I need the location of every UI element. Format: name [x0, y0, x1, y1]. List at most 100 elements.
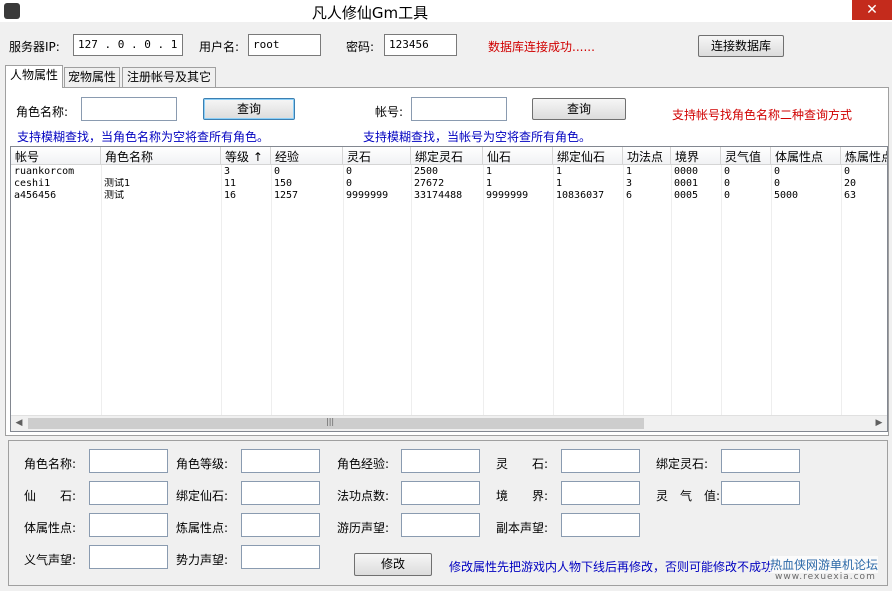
column-header-refine-points[interactable]: 炼属性点 — [841, 147, 887, 165]
account-query-button[interactable]: 查询 — [532, 98, 626, 120]
column-header-skill-points[interactable]: 功法点 — [623, 147, 671, 165]
edit-skill-points-input[interactable] — [401, 481, 480, 505]
cell-bound-immortal-stone: 10836037 — [556, 190, 605, 201]
edit-label-skill-points: 法功点数: — [337, 489, 390, 503]
fuzzy-account-tip: 支持模糊查找，当帐号为空将查所有角色。 — [363, 130, 592, 144]
tab-character[interactable]: 人物属性 — [5, 65, 63, 88]
password-input[interactable]: 123456 — [384, 34, 457, 56]
cell-refine-points: 63 — [844, 190, 857, 201]
cell-realm: 0005 — [674, 190, 699, 201]
role-query-button[interactable]: 查询 — [203, 98, 295, 120]
tab-register-other[interactable]: 注册帐号及其它 — [122, 67, 216, 87]
cell-skill-points: 1 — [626, 166, 633, 177]
cell-level: 11 — [224, 178, 237, 189]
edit-label-spirit-energy: 灵 气 值: — [656, 489, 721, 503]
column-header-spirit-energy[interactable]: 灵气值 — [721, 147, 771, 165]
scrollbar-thumb[interactable]: ||| — [28, 417, 644, 429]
close-button[interactable]: ✕ — [852, 0, 892, 20]
edit-label-spirit-stone: 灵 石: — [496, 457, 549, 471]
cell-refine-points: 20 — [844, 178, 857, 189]
role-name-search-input[interactable] — [81, 97, 177, 121]
table-row[interactable]: ruankorcom 3 0 0 2500 1 1 1 0000 0 0 0 — [11, 166, 887, 178]
edit-role-name-input[interactable] — [89, 449, 168, 473]
account-label: 帐号: — [375, 105, 404, 119]
column-divider — [221, 165, 222, 417]
cell-experience: 1257 — [274, 190, 299, 201]
username-input[interactable]: root — [248, 34, 321, 56]
column-header-immortal-stone[interactable]: 仙石 — [483, 147, 553, 165]
connect-database-button[interactable]: 连接数据库 — [698, 35, 784, 57]
search-methods-tip: 支持帐号找角色名称二种查询方式 — [672, 108, 853, 122]
cell-spirit-energy: 0 — [724, 178, 731, 189]
modify-button[interactable]: 修改 — [354, 553, 432, 576]
edit-refine-points-input[interactable] — [241, 513, 320, 537]
table-row[interactable]: a456456 测试 16 1257 9999999 33174488 9999… — [11, 190, 887, 202]
column-divider — [343, 165, 344, 417]
scroll-left-icon[interactable]: ◀ — [11, 416, 27, 431]
account-search-input[interactable] — [411, 97, 507, 121]
table-row[interactable]: ceshi1 测试1 11 150 0 27672 1 1 3 0001 0 0… — [11, 178, 887, 190]
cell-experience: 150 — [274, 178, 293, 189]
edit-bound-spirit-stone-input[interactable] — [721, 449, 800, 473]
edit-travel-reputation-input[interactable] — [401, 513, 480, 537]
edit-spirit-energy-input[interactable] — [721, 481, 800, 505]
horizontal-scrollbar[interactable]: ◀ ||| ▶ — [11, 415, 887, 431]
edit-label-travel-reputation: 游历声望: — [337, 521, 390, 535]
edit-faction-reputation-input[interactable] — [241, 545, 320, 569]
password-label: 密码: — [346, 40, 375, 54]
column-divider — [671, 165, 672, 417]
cell-spirit-stone: 9999999 — [346, 190, 389, 201]
column-divider — [101, 165, 102, 417]
column-header-experience[interactable]: 经验 — [271, 147, 343, 165]
column-divider — [271, 165, 272, 417]
cell-spirit-energy: 0 — [724, 190, 731, 201]
column-header-spirit-stone[interactable]: 灵石 — [343, 147, 411, 165]
edit-righteous-reputation-input[interactable] — [89, 545, 168, 569]
cell-bound-immortal-stone: 1 — [556, 166, 563, 177]
edit-label-body-points: 体属性点: — [24, 521, 77, 535]
edit-label-role-level: 角色等级: — [176, 457, 229, 471]
edit-label-dungeon-reputation: 副本声望: — [496, 521, 549, 535]
watermark-forum-name: 热血侠网游单机论坛 — [770, 556, 879, 573]
cell-spirit-stone: 0 — [346, 166, 353, 177]
edit-role-level-input[interactable] — [241, 449, 320, 473]
column-header-role-name[interactable]: 角色名称 — [101, 147, 221, 165]
column-header-bound-immortal-stone[interactable]: 绑定仙石 — [553, 147, 623, 165]
cell-body-points: 0 — [774, 178, 781, 189]
edit-label-immortal-stone: 仙 石: — [24, 489, 77, 503]
character-table[interactable]: 帐号 角色名称 等级 ↑ 经验 灵石 绑定灵石 仙石 绑定仙石 功法点 境界 灵… — [10, 146, 888, 432]
edit-label-righteous-reputation: 义气声望: — [24, 553, 77, 567]
edit-role-experience-input[interactable] — [401, 449, 480, 473]
cell-bound-spirit-stone: 27672 — [414, 178, 445, 189]
edit-spirit-stone-input[interactable] — [561, 449, 640, 473]
edit-bound-immortal-stone-input[interactable] — [241, 481, 320, 505]
cell-level: 16 — [224, 190, 237, 201]
tab-pet[interactable]: 宠物属性 — [64, 67, 120, 87]
cell-immortal-stone: 1 — [486, 166, 493, 177]
column-divider — [721, 165, 722, 417]
server-ip-label: 服务器IP: — [9, 40, 60, 54]
column-divider — [483, 165, 484, 417]
column-header-realm[interactable]: 境界 — [671, 147, 721, 165]
edit-dungeon-reputation-input[interactable] — [561, 513, 640, 537]
column-header-account[interactable]: 帐号 — [11, 147, 101, 165]
edit-immortal-stone-input[interactable] — [89, 481, 168, 505]
edit-body-points-input[interactable] — [89, 513, 168, 537]
column-header-bound-spirit-stone[interactable]: 绑定灵石 — [411, 147, 483, 165]
column-header-body-points[interactable]: 体属性点 — [771, 147, 841, 165]
column-divider — [553, 165, 554, 417]
column-divider — [771, 165, 772, 417]
cell-skill-points: 3 — [626, 178, 633, 189]
cell-role-name: 测试 — [104, 190, 124, 201]
cell-bound-immortal-stone: 1 — [556, 178, 563, 189]
role-name-label: 角色名称: — [16, 105, 69, 119]
modify-warning-text: 修改属性先把游戏内人物下线后再修改，否则可能修改不成功 — [449, 560, 774, 574]
column-header-level[interactable]: 等级 ↑ — [221, 147, 271, 165]
edit-realm-input[interactable] — [561, 481, 640, 505]
cell-account: ruankorcom — [14, 166, 75, 177]
server-ip-input[interactable]: 127 . 0 . 0 . 1 — [73, 34, 183, 56]
scroll-right-icon[interactable]: ▶ — [871, 416, 887, 431]
connection-status: 数据库连接成功...... — [488, 40, 595, 54]
edit-label-role-name: 角色名称: — [24, 457, 77, 471]
cell-role-name — [101, 166, 221, 178]
